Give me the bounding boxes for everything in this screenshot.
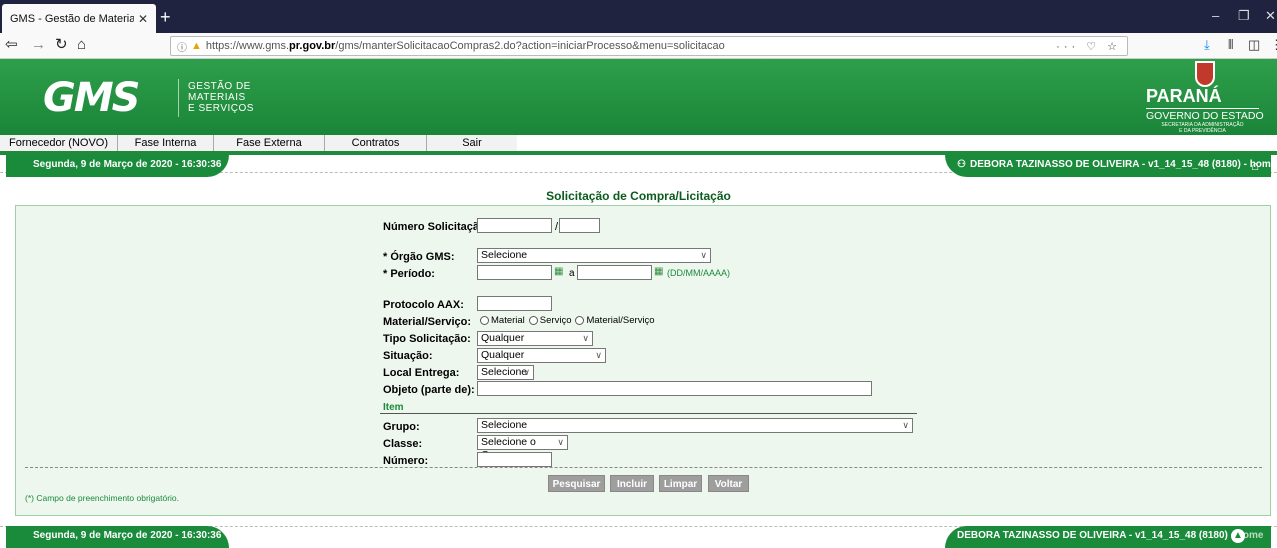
main-menu: Fornecedor (NOVO) Fase Interna Fase Exte… xyxy=(0,135,517,151)
grupo-select[interactable]: Selecione ∨ xyxy=(477,418,913,433)
chevron-down-icon: ∨ xyxy=(523,367,530,377)
menu-item-fase-externa[interactable]: Fase Externa xyxy=(214,135,325,151)
chevron-down-icon: ∨ xyxy=(557,437,564,447)
ano-solicitacao-input[interactable] xyxy=(559,218,600,233)
sidebar-icon[interactable]: ◫ xyxy=(1248,37,1260,53)
chevron-down-icon: ∨ xyxy=(902,420,909,430)
objeto-input[interactable] xyxy=(477,381,872,396)
numero-solicitacao-label: Número Solicitação: xyxy=(383,221,490,233)
situacao-label: Situação: xyxy=(383,350,433,362)
datetime-label: Segunda, 9 de Março de 2020 - 16:30:36 xyxy=(6,155,229,177)
new-tab-icon[interactable]: + xyxy=(160,6,171,28)
menu-item-fase-interna[interactable]: Fase Interna xyxy=(118,135,214,151)
library-icon[interactable]: ⫴ xyxy=(1228,37,1233,53)
state-divider xyxy=(1146,108,1259,109)
numero-item-label: Número: xyxy=(383,455,429,467)
site-header: GMS GESTÃO DE MATERIAIS E SERVIÇOS PARAN… xyxy=(0,59,1277,135)
user-name: DEBORA TAZINASSO DE OLIVEIRA - v1_14_15_… xyxy=(969,159,1241,170)
insecure-lock-icon[interactable]: ▲ xyxy=(191,40,202,52)
periodo-fim-input[interactable] xyxy=(577,265,652,280)
browser-tab-bar: GMS - Gestão de Materiais e Serviço ✕ + … xyxy=(0,0,1277,33)
radio-material-servico[interactable]: Material/Serviço xyxy=(575,315,655,326)
radio-material[interactable]: Material xyxy=(480,315,525,326)
logo-divider xyxy=(178,79,179,117)
grupo-label: Grupo: xyxy=(383,421,420,433)
url-bar[interactable]: ⓘ ▲ https://www.gms.pr.gov.br/gms/manter… xyxy=(170,36,1128,56)
url-text: https://www.gms.pr.gov.br/gms/manterSoli… xyxy=(205,40,725,52)
local-entrega-label: Local Entrega: xyxy=(383,367,460,379)
top-status-bar: Segunda, 9 de Março de 2020 - 16:30:36 ⚇… xyxy=(0,155,1277,177)
chevron-down-icon: ∨ xyxy=(595,350,602,360)
periodo-separator: a xyxy=(569,268,575,279)
bottom-status-bar: Segunda, 9 de Março de 2020 - 16:30:36 D… xyxy=(0,526,1277,548)
scroll-top-icon[interactable]: ▲ xyxy=(1231,529,1245,543)
browser-nav-bar: ⇦ → ↻ ⌂ ⓘ ▲ https://www.gms.pr.gov.br/gm… xyxy=(0,33,1277,59)
tipo-solicitacao-label: Tipo Solicitação: xyxy=(383,333,471,345)
periodo-inicio-input[interactable] xyxy=(477,265,552,280)
government-label: GOVERNO DO ESTADO xyxy=(1146,110,1264,122)
local-entrega-select[interactable]: Selecione ∨ xyxy=(477,365,534,380)
reload-icon[interactable]: ↻ xyxy=(55,36,68,54)
datetime-label: Segunda, 9 de Março de 2020 - 16:30:36 xyxy=(6,526,229,548)
close-window-icon[interactable]: ✕ xyxy=(1265,8,1276,24)
numero-item-input[interactable] xyxy=(477,452,552,467)
orgao-label: * Órgão GMS: xyxy=(383,251,455,263)
form-divider xyxy=(25,467,1262,468)
maximize-icon[interactable]: ❐ xyxy=(1238,8,1250,24)
material-servico-label: Material/Serviço: xyxy=(383,316,472,328)
chevron-down-icon: ∨ xyxy=(582,333,589,343)
download-icon[interactable]: ⤓ xyxy=(1204,37,1210,53)
classe-label: Classe: xyxy=(383,438,423,450)
minimize-icon[interactable]: – xyxy=(1212,8,1219,23)
calendar-icon[interactable]: ▦ xyxy=(554,266,563,277)
back-icon[interactable]: ⇦ xyxy=(5,36,18,54)
item-section-title: Item xyxy=(383,402,404,413)
calendar-icon[interactable]: ▦ xyxy=(654,266,663,277)
slash-separator: / xyxy=(555,221,559,233)
gms-logo[interactable]: GMS xyxy=(43,76,140,120)
user-info: ⚇ DEBORA TAZINASSO DE OLIVEIRA - v1_14_15… xyxy=(945,155,1276,177)
objeto-label: Objeto (parte de): xyxy=(383,384,475,396)
user-icon: ⚇ xyxy=(957,159,966,170)
pesquisar-button[interactable]: Pesquisar xyxy=(548,475,605,492)
close-tab-icon[interactable]: ✕ xyxy=(138,12,148,26)
home-browser-icon[interactable]: ⌂ xyxy=(77,36,86,54)
chevron-down-icon: ∨ xyxy=(700,250,707,260)
protocolo-label: Protocolo AAX: xyxy=(383,299,464,311)
situacao-select[interactable]: Qualquer ∨ xyxy=(477,348,606,363)
numero-solicitacao-input[interactable] xyxy=(477,218,552,233)
page-title: Solicitação de Compra/Licitação xyxy=(546,189,731,203)
page-actions-icon[interactable]: ··· ♡ ☆ xyxy=(1056,40,1121,53)
item-section-divider xyxy=(380,413,917,414)
orgao-select[interactable]: Selecione ∨ xyxy=(477,248,711,263)
home-icon[interactable]: ⌂ xyxy=(1251,156,1259,176)
date-format-hint: (DD/MM/AAAA) xyxy=(667,268,730,278)
periodo-label: * Período: xyxy=(383,268,435,280)
material-servico-radios: Material Serviço Material/Serviço xyxy=(480,315,655,326)
forward-icon[interactable]: → xyxy=(31,36,46,54)
voltar-button[interactable]: Voltar xyxy=(708,475,749,492)
secretariat-label: SECRETARIA DA ADMINISTRAÇÃO E DA PREVIDÊ… xyxy=(1161,122,1244,134)
user-name: DEBORA TAZINASSO DE OLIVEIRA - v1_14_15_… xyxy=(957,530,1228,541)
required-field-note: (*) Campo de preenchimento obrigatório. xyxy=(25,493,180,503)
state-name: PARANÁ xyxy=(1146,86,1222,106)
user-info: DEBORA TAZINASSO DE OLIVEIRA - v1_14_15_… xyxy=(945,526,1271,548)
tipo-solicitacao-select[interactable]: Qualquer ∨ xyxy=(477,331,593,346)
parana-coat-of-arms-icon xyxy=(1195,61,1215,87)
logo-subtitle: GESTÃO DE MATERIAIS E SERVIÇOS xyxy=(188,81,254,114)
incluir-button[interactable]: Incluir xyxy=(610,475,654,492)
radio-servico[interactable]: Serviço xyxy=(528,315,571,326)
classe-select[interactable]: Selecione o Grupo∨ xyxy=(477,435,568,461)
menu-item-fornecedor[interactable]: Fornecedor (NOVO) xyxy=(0,135,118,151)
menu-item-contratos[interactable]: Contratos xyxy=(325,135,427,151)
menu-item-sair[interactable]: Sair xyxy=(427,135,517,151)
limpar-button[interactable]: Limpar xyxy=(659,475,702,492)
protocolo-input[interactable] xyxy=(477,296,552,311)
info-icon[interactable]: ⓘ xyxy=(177,39,187,54)
menu-icon[interactable]: ⋮ xyxy=(1270,37,1277,53)
browser-tab[interactable]: GMS - Gestão de Materiais e Serviço ✕ xyxy=(2,4,156,33)
tab-title: GMS - Gestão de Materiais e Serviço xyxy=(10,12,134,25)
